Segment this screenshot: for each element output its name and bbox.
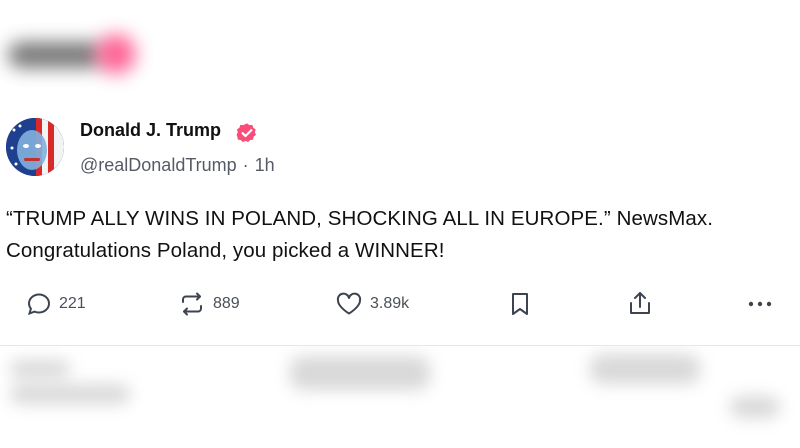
reply-count: 221 xyxy=(59,295,86,312)
reply-button[interactable]: 221 xyxy=(26,286,86,322)
bookmark-button[interactable] xyxy=(509,286,531,322)
post-card[interactable]: Donald J. Trump @realDonaldTrump · 1h “TRU… xyxy=(0,100,800,346)
repost-button[interactable]: 889 xyxy=(178,286,240,322)
verified-badge-icon xyxy=(236,123,256,143)
avatar[interactable] xyxy=(6,118,64,176)
blurred-logo-text xyxy=(8,42,103,68)
blurred-element xyxy=(590,354,700,384)
avatar-image xyxy=(6,118,64,176)
like-icon xyxy=(336,292,362,315)
blurred-footer xyxy=(0,346,800,448)
blurred-header xyxy=(0,0,800,100)
action-bar: 221 889 3.89k xyxy=(0,286,800,322)
post-text: “TRUMP ALLY WINS IN POLAND, SHOCKING ALL… xyxy=(6,203,796,267)
share-icon xyxy=(630,292,650,314)
blurred-logo-mark xyxy=(96,34,136,74)
author-handle[interactable]: @realDonaldTrump xyxy=(80,155,237,175)
blurred-element xyxy=(730,396,780,418)
repost-icon xyxy=(182,292,202,316)
bookmark-icon xyxy=(512,293,528,315)
author-name[interactable]: Donald J. Trump xyxy=(80,120,221,141)
repost-count: 889 xyxy=(213,295,240,312)
more-options-button[interactable] xyxy=(746,286,774,322)
share-button[interactable] xyxy=(627,286,653,322)
post-time[interactable]: 1h xyxy=(255,155,275,175)
reply-icon xyxy=(27,293,51,316)
author-meta: @realDonaldTrump · 1h xyxy=(80,155,275,176)
blurred-element xyxy=(10,360,70,378)
blurred-element xyxy=(290,356,430,390)
more-icon xyxy=(748,301,772,307)
like-button[interactable]: 3.89k xyxy=(335,286,409,322)
like-count: 3.89k xyxy=(370,295,410,312)
post-text-line: Congratulations Poland, you picked a WIN… xyxy=(6,239,445,262)
meta-separator: · xyxy=(242,155,249,175)
post-text-line: “TRUMP ALLY WINS IN POLAND, SHOCKING ALL… xyxy=(6,207,714,230)
blurred-element xyxy=(10,384,130,404)
